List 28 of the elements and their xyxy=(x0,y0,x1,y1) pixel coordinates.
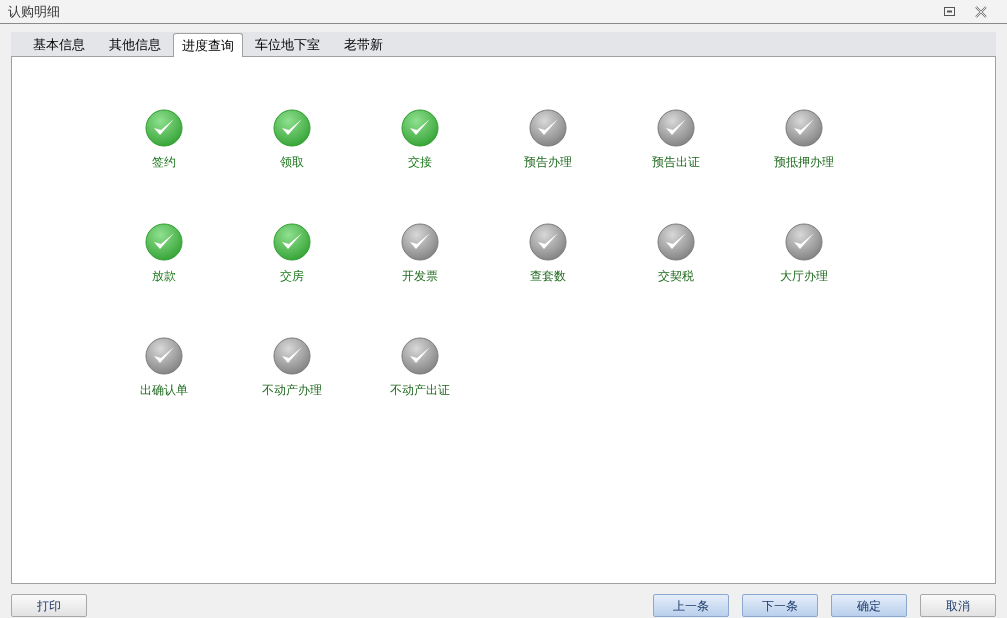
step-label: 不动产出证 xyxy=(390,382,450,399)
tab[interactable]: 进度查询 xyxy=(173,33,243,57)
step-label: 不动产办理 xyxy=(262,382,322,399)
action-button[interactable]: 打印 xyxy=(11,594,87,617)
step-label: 交契税 xyxy=(658,268,694,285)
step-label: 预抵押办理 xyxy=(774,154,834,171)
action-button[interactable]: 上一条 xyxy=(653,594,729,617)
step-label: 签约 xyxy=(152,154,176,171)
step-label: 查套数 xyxy=(530,268,566,285)
step-label: 交接 xyxy=(408,154,432,171)
step-label: 出确认单 xyxy=(140,382,188,399)
step-label: 放款 xyxy=(152,268,176,285)
step-label: 交房 xyxy=(280,268,304,285)
step-label: 预告办理 xyxy=(524,154,572,171)
action-button[interactable]: 确定 xyxy=(831,594,907,617)
tab[interactable]: 其他信息 xyxy=(97,33,173,56)
action-button[interactable]: 取消 xyxy=(920,594,996,617)
restore-icon[interactable] xyxy=(944,7,955,16)
window-title: 认购明细 xyxy=(8,2,60,21)
step-label: 领取 xyxy=(280,154,304,171)
step-label: 预告出证 xyxy=(652,154,700,171)
close-icon[interactable] xyxy=(975,5,987,18)
tab[interactable]: 老带新 xyxy=(332,33,395,56)
tab[interactable]: 车位地下室 xyxy=(243,33,332,56)
step-label: 开发票 xyxy=(402,268,438,285)
tab[interactable]: 基本信息 xyxy=(21,33,97,56)
step-label: 大厅办理 xyxy=(780,268,828,285)
action-button[interactable]: 下一条 xyxy=(742,594,818,617)
